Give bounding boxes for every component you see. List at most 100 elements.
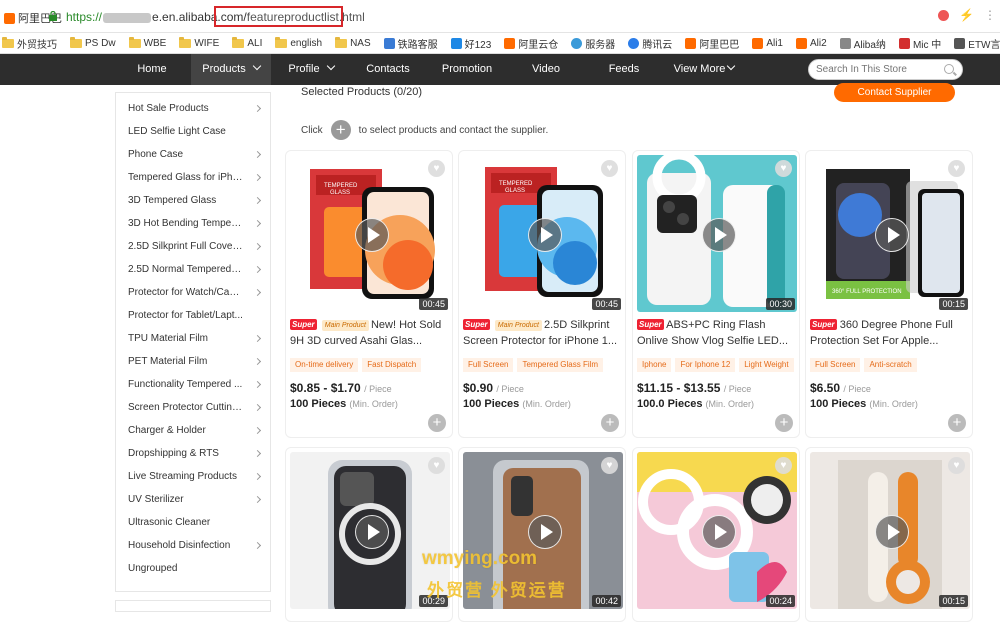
super-badge: Super bbox=[463, 319, 490, 330]
product-image[interactable]: 360° FULL PROTECTION 00:15 ♥ bbox=[810, 155, 970, 312]
product-image[interactable]: 00:29 ♥ bbox=[290, 452, 450, 609]
sidebar-item[interactable]: 3D Tempered Glass bbox=[128, 195, 268, 206]
bookmark-17[interactable]: ETW言 bbox=[954, 36, 1000, 51]
heart-icon[interactable]: ♥ bbox=[948, 160, 965, 177]
nav-profile[interactable]: Profile bbox=[271, 54, 351, 85]
nav-promotion[interactable]: Promotion bbox=[432, 54, 502, 85]
product-title-block[interactable]: Super Main Product 2.5D Silkprint Screen … bbox=[463, 317, 623, 349]
heart-icon[interactable]: ♥ bbox=[948, 457, 965, 474]
contact-supplier-button[interactable]: Contact Supplier bbox=[834, 83, 955, 102]
search-icon[interactable] bbox=[944, 64, 954, 74]
add-product-button[interactable]: + bbox=[601, 414, 619, 432]
nav-feeds[interactable]: Feeds bbox=[598, 54, 650, 85]
sidebar-item[interactable]: Phone Case bbox=[128, 149, 268, 160]
play-video-icon[interactable] bbox=[528, 218, 562, 252]
bookmark-7[interactable]: 铁路客服 bbox=[383, 36, 438, 51]
sidebar-item[interactable]: LED Selfie Light Case bbox=[128, 126, 268, 137]
product-card[interactable]: TEMPERED GLASS 00:45 ♥ Super Main Product New… bbox=[285, 150, 453, 438]
product-title-block[interactable]: Super Main Product New! Hot Sold 9H 3D cu… bbox=[290, 317, 450, 349]
play-video-icon[interactable] bbox=[355, 515, 389, 549]
sidebar-item[interactable]: PET Material Film bbox=[128, 356, 268, 367]
bookmark-15[interactable]: Aliba纳 bbox=[839, 36, 886, 51]
add-product-button[interactable]: + bbox=[948, 414, 966, 432]
bookmark-4[interactable]: ALI bbox=[232, 36, 262, 49]
add-product-button[interactable]: + bbox=[428, 414, 446, 432]
sidebar-item[interactable]: Tempered Glass for iPho... bbox=[128, 172, 268, 183]
bookmark-16[interactable]: Mic 中 bbox=[898, 36, 941, 51]
sidebar-item-label: Ultrasonic Cleaner bbox=[128, 517, 211, 528]
sidebar-item[interactable]: 2.5D Normal Tempered G... bbox=[128, 264, 268, 275]
chevron-right-icon bbox=[253, 426, 262, 435]
play-video-icon[interactable] bbox=[528, 515, 562, 549]
nav-home[interactable]: Home bbox=[113, 54, 191, 85]
bookmark-2[interactable]: WBE bbox=[128, 36, 166, 49]
bookmark-9[interactable]: 阿里云仓 bbox=[504, 36, 558, 51]
plus-icon[interactable]: + bbox=[330, 120, 351, 140]
bookmark-10[interactable]: 服务器 bbox=[571, 36, 615, 51]
product-card[interactable]: 00:24 ♥ bbox=[632, 447, 800, 622]
play-video-icon[interactable] bbox=[875, 218, 909, 252]
nav-products[interactable]: Products bbox=[191, 54, 271, 85]
folder-icon bbox=[335, 36, 348, 48]
sidebar-item[interactable]: Ungrouped bbox=[128, 563, 268, 574]
bookmark-8[interactable]: 好123 bbox=[450, 36, 491, 51]
menu-icon[interactable]: ⋮ bbox=[984, 9, 996, 21]
sidebar-item[interactable]: Ultrasonic Cleaner bbox=[128, 517, 268, 528]
product-image[interactable]: 00:15 ♥ bbox=[810, 452, 970, 609]
sidebar-item[interactable]: Screen Protector Cutting ... bbox=[128, 402, 268, 413]
product-tag: Full Screen bbox=[810, 358, 861, 372]
lightning-icon[interactable]: ⚡ bbox=[959, 9, 974, 21]
product-image[interactable]: 00:30 ♥ bbox=[637, 155, 797, 312]
add-product-button[interactable]: + bbox=[775, 414, 793, 432]
sidebar-item[interactable]: 3D Hot Bending Tempere... bbox=[128, 218, 268, 229]
product-image[interactable]: TEMPERED GLASS 00:45 ♥ bbox=[290, 155, 450, 312]
nav-video[interactable]: Video bbox=[520, 54, 572, 85]
product-title-block[interactable]: Super ABS+PC Ring Flash Onlive Show Vlog… bbox=[637, 317, 797, 349]
nav-view-more[interactable]: View More bbox=[666, 54, 742, 85]
product-card[interactable]: 360° FULL PROTECTION 00:15 ♥ Super 360 Degr… bbox=[805, 150, 973, 438]
extension-icon[interactable] bbox=[938, 10, 950, 21]
heart-icon[interactable]: ♥ bbox=[775, 457, 792, 474]
sidebar-item[interactable]: Dropshipping & RTS bbox=[128, 448, 268, 459]
bookmark-12[interactable]: 阿里巴巴 bbox=[685, 36, 739, 51]
sidebar-item[interactable]: Protector for Watch/Cam... bbox=[128, 287, 268, 298]
play-video-icon[interactable] bbox=[702, 218, 736, 252]
heart-icon[interactable]: ♥ bbox=[775, 160, 792, 177]
sidebar-item[interactable]: Protector for Tablet/Lapt... bbox=[128, 310, 268, 321]
product-image[interactable]: 00:24 ♥ bbox=[637, 452, 797, 609]
search-input[interactable] bbox=[816, 64, 936, 75]
sidebar-item[interactable]: UV Sterilizer bbox=[128, 494, 268, 505]
product-image[interactable]: TEMPERED GLASS 00:45 ♥ bbox=[463, 155, 623, 312]
bookmark-13[interactable]: Ali1 bbox=[752, 37, 783, 49]
sidebar-item[interactable]: Hot Sale Products bbox=[128, 103, 268, 114]
bookmark-5[interactable]: english bbox=[275, 36, 323, 49]
sidebar-item-label: TPU Material Film bbox=[128, 333, 209, 344]
sidebar-item[interactable]: Live Streaming Products bbox=[128, 471, 268, 482]
heart-icon[interactable]: ♥ bbox=[428, 160, 445, 177]
heart-icon[interactable]: ♥ bbox=[601, 457, 618, 474]
product-card[interactable]: 00:30 ♥ Super ABS+PC Ring Flash Onlive Sho… bbox=[632, 150, 800, 438]
bookmark-11[interactable]: 腾讯云 bbox=[628, 36, 672, 51]
nav-contacts[interactable]: Contacts bbox=[353, 54, 423, 85]
bookmark-3[interactable]: WIFE bbox=[179, 36, 219, 49]
bookmark-label: english bbox=[290, 37, 323, 49]
play-video-icon[interactable] bbox=[875, 515, 909, 549]
bookmark-6[interactable]: NAS bbox=[335, 36, 371, 49]
product-card[interactable]: 00:15 ♥ bbox=[805, 447, 973, 622]
play-video-icon[interactable] bbox=[355, 218, 389, 252]
sidebar-item[interactable]: Functionality Tempered ... bbox=[128, 379, 268, 390]
bookmark-1[interactable]: PS Dw bbox=[70, 36, 116, 49]
sidebar-item[interactable]: 2.5D Silkprint Full Cover ... bbox=[128, 241, 268, 252]
sidebar-item-label: Household Disinfection bbox=[128, 540, 231, 551]
product-card[interactable]: TEMPERED GLASS 00:45 ♥ Super Main Product 2.5… bbox=[458, 150, 626, 438]
heart-icon[interactable]: ♥ bbox=[428, 457, 445, 474]
product-title-block[interactable]: Super 360 Degree Phone Full Protection S… bbox=[810, 317, 970, 349]
heart-icon[interactable]: ♥ bbox=[601, 160, 618, 177]
site-icon bbox=[685, 37, 697, 49]
play-video-icon[interactable] bbox=[702, 515, 736, 549]
bookmark-14[interactable]: Ali2 bbox=[796, 37, 827, 49]
bookmark-0[interactable]: 外贸技巧 bbox=[2, 36, 57, 51]
sidebar-item[interactable]: Charger & Holder bbox=[128, 425, 268, 436]
sidebar-item[interactable]: TPU Material Film bbox=[128, 333, 268, 344]
sidebar-item[interactable]: Household Disinfection bbox=[128, 540, 268, 551]
